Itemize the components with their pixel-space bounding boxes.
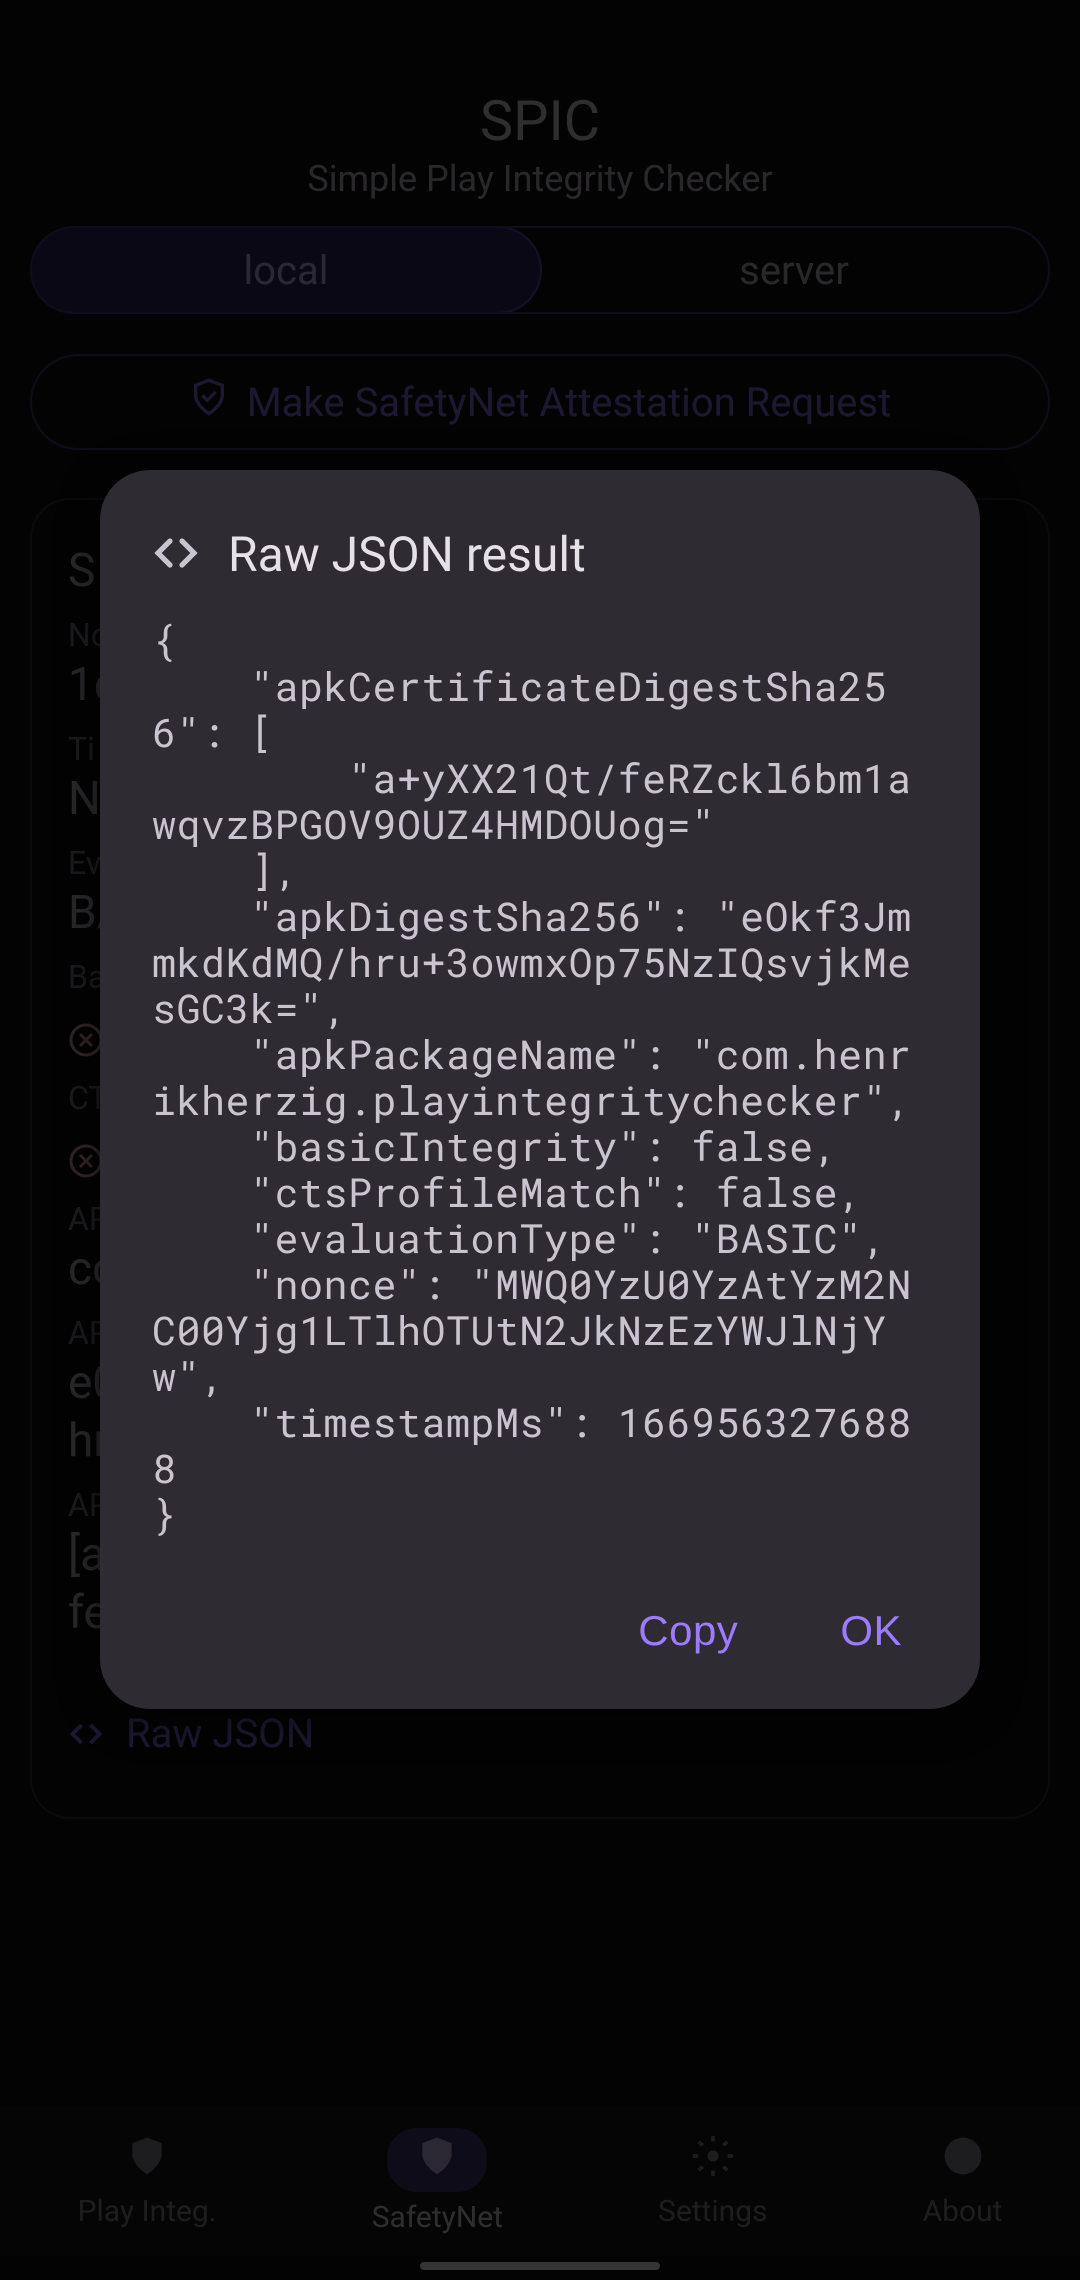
copy-button[interactable]: Copy xyxy=(622,1597,754,1665)
json-content: { "apkCertificateDigestSha256": [ "a+yXX… xyxy=(152,617,928,1537)
code-icon xyxy=(152,529,200,581)
ok-button[interactable]: OK xyxy=(824,1597,918,1665)
raw-json-dialog: Raw JSON result { "apkCertificateDigestS… xyxy=(100,470,980,1709)
dialog-title: Raw JSON result xyxy=(228,526,586,583)
